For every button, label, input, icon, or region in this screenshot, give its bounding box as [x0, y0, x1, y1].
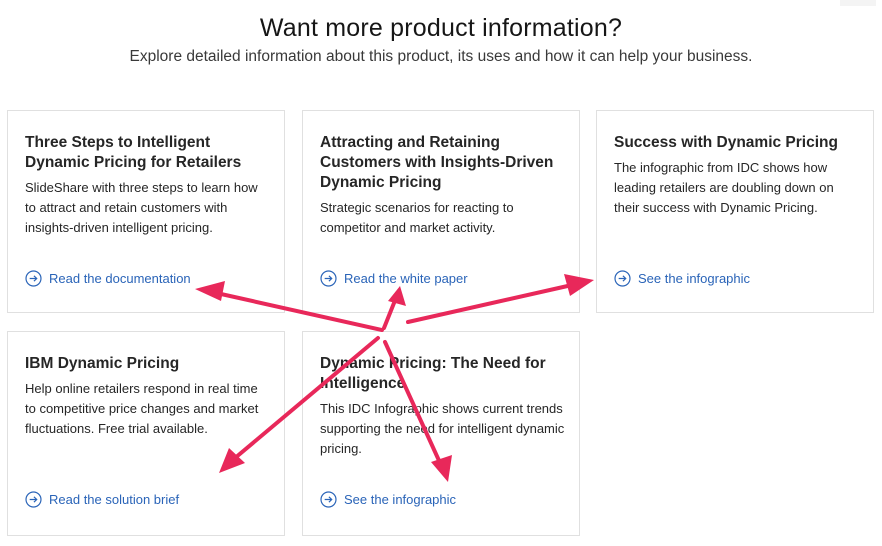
arrow-right-circle-icon [25, 491, 42, 508]
card-title: Success with Dynamic Pricing [614, 134, 838, 151]
read-the-white-paper-link[interactable]: Read the white paper [320, 270, 468, 287]
arrow-right-circle-icon [320, 491, 337, 508]
link-label: Read the documentation [49, 271, 191, 286]
read-the-documentation-link[interactable]: Read the documentation [25, 270, 191, 287]
card-title: Dynamic Pricing: The Need for Intelligen… [320, 355, 546, 392]
page-subtitle: Explore detailed information about this … [129, 48, 753, 65]
card-success-dynamic-pricing: Success with Dynamic Pricing The infogra… [596, 110, 874, 313]
card-description: Help online retailers respond in real ti… [25, 381, 259, 436]
see-the-infographic-link[interactable]: See the infographic [614, 270, 750, 287]
card-title: IBM Dynamic Pricing [25, 355, 180, 372]
read-the-solution-brief-link[interactable]: Read the solution brief [25, 491, 179, 508]
card-title: Attracting and Retaining Customers with … [320, 134, 554, 191]
card-description: This IDC Infographic shows current trend… [320, 401, 565, 456]
card-description: SlideShare with three steps to learn how… [25, 180, 258, 235]
arrow-right-circle-icon [25, 270, 42, 287]
card-need-for-intelligence: Dynamic Pricing: The Need for Intelligen… [302, 331, 580, 536]
link-label: See the infographic [638, 271, 751, 286]
arrow-right-circle-icon [320, 270, 337, 287]
card-ibm-dynamic-pricing: IBM Dynamic Pricing Help online retailer… [7, 331, 285, 536]
corner-tab [840, 0, 876, 6]
see-the-infographic-link[interactable]: See the infographic [320, 491, 456, 508]
card-three-steps: Three Steps to Intelligent Dynamic Prici… [7, 110, 285, 313]
card-description: Strategic scenarios for reacting to comp… [320, 200, 514, 235]
link-label: Read the solution brief [49, 492, 180, 507]
page-title: Want more product information? [259, 14, 623, 42]
arrow-right-circle-icon [614, 270, 631, 287]
link-label: See the infographic [344, 492, 457, 507]
card-description: The infographic from IDC shows how leadi… [614, 160, 834, 215]
card-title: Three Steps to Intelligent Dynamic Prici… [25, 134, 242, 171]
card-attracting-retaining: Attracting and Retaining Customers with … [302, 110, 580, 313]
link-label: Read the white paper [344, 271, 468, 286]
